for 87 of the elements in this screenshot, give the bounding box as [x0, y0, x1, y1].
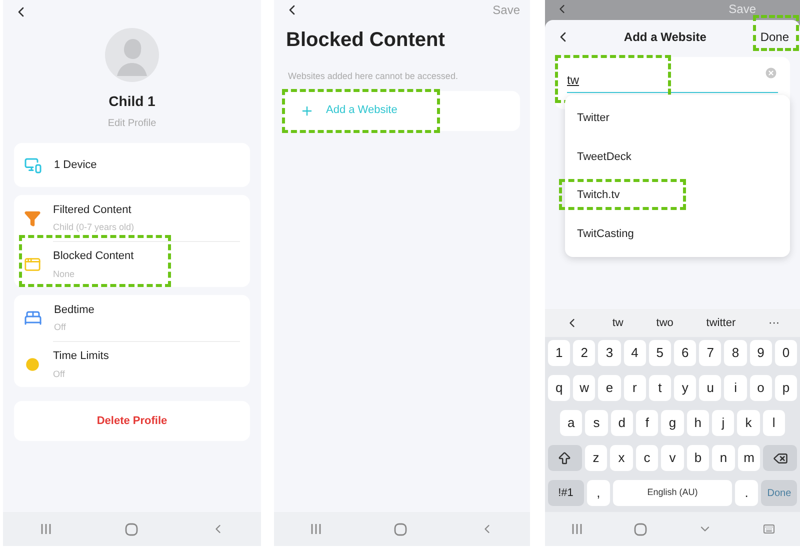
row-title: Bedtime	[54, 302, 96, 318]
settings-row[interactable]: Bedtime Off	[14, 295, 250, 341]
keyboard-key[interactable]: .	[734, 480, 758, 506]
backspace-icon	[772, 450, 788, 466]
keyboard-key[interactable]: o	[750, 375, 772, 401]
hint-text: Websites added here cannot be accessed.	[287, 70, 459, 83]
keyboard-key[interactable]: 5	[648, 340, 672, 366]
suggestion-item[interactable]: Twitch.tv	[577, 187, 620, 204]
keyboard-key[interactable]: g	[661, 410, 684, 436]
keyboard-icon[interactable]	[762, 523, 774, 535]
keyboard-key[interactable]: d	[610, 410, 633, 436]
row-title: Blocked Content	[53, 249, 135, 264]
row-subtitle: Child (0-7 years old)	[53, 221, 136, 234]
profile-name: Child 1	[108, 92, 156, 111]
row-subtitle: None	[53, 268, 76, 280]
keyboard-key[interactable]: 6	[674, 340, 696, 366]
browser-window-icon	[24, 256, 41, 272]
keyboard-key[interactable]: y	[674, 375, 696, 401]
keyboard-key[interactable]: u	[699, 375, 722, 401]
shift-key[interactable]	[548, 445, 582, 471]
keyboard-key[interactable]: t	[648, 375, 672, 401]
recent-apps-icon[interactable]	[40, 523, 52, 535]
devices-icon	[24, 156, 42, 174]
home-icon[interactable]	[124, 522, 138, 536]
suggestion-item[interactable]: TweetDeck	[577, 148, 632, 165]
keyboard-key[interactable]: p	[774, 375, 798, 401]
keyboard-key[interactable]: i	[724, 375, 747, 401]
word-prediction[interactable]: twitter	[706, 314, 736, 332]
keyboard-key[interactable]: s	[585, 410, 608, 436]
keyboard-key[interactable]: w	[573, 375, 596, 401]
bed-icon	[24, 309, 42, 327]
keyboard-key[interactable]: 7	[699, 340, 722, 366]
keyboard-key[interactable]: 2	[573, 340, 596, 366]
keyboard-key[interactable]: j	[712, 410, 734, 436]
keyboard-key[interactable]: 4	[624, 340, 646, 366]
word-prediction[interactable]: tw	[612, 314, 624, 332]
page-title: Blocked Content	[285, 28, 446, 53]
keyboard-key[interactable]: 1	[548, 340, 570, 366]
delete-profile-button[interactable]: Delete Profile	[14, 401, 250, 441]
keyboard-key[interactable]: k	[737, 410, 760, 436]
suggestion-item[interactable]: Twitter	[577, 110, 610, 126]
home-icon[interactable]	[634, 522, 646, 536]
keyboard-key[interactable]: m	[738, 445, 760, 471]
keyboard-key[interactable]: ,	[586, 480, 610, 506]
plus-icon	[300, 104, 314, 118]
row-subtitle: Off	[53, 368, 66, 380]
keyboard-key[interactable]: q	[548, 375, 570, 401]
settings-row[interactable]: Time Limits Off	[14, 341, 250, 387]
more-options-button[interactable]: ···	[768, 314, 780, 332]
keyboard-key[interactable]: 9	[750, 340, 772, 366]
keyboard-key[interactable]: r	[624, 375, 646, 401]
row-title: Time Limits	[53, 349, 110, 364]
home-icon[interactable]	[394, 522, 408, 536]
keyboard-key[interactable]: f	[636, 410, 658, 436]
keyboard-key[interactable]: e	[598, 375, 621, 401]
avatar-icon	[105, 28, 159, 82]
suggestion-item[interactable]: TwitCasting	[577, 226, 634, 242]
settings-row[interactable]: Blocked Content None	[14, 241, 250, 287]
keyboard-key[interactable]: 3	[598, 340, 621, 366]
clear-icon[interactable]	[764, 66, 778, 80]
settings-row[interactable]: 1 Device	[14, 143, 250, 187]
row-title: 1 Device	[54, 158, 98, 173]
keyboard-key[interactable]: c	[636, 445, 658, 471]
keyboard-key[interactable]: 8	[724, 340, 747, 366]
keyboard-key[interactable]: h	[686, 410, 709, 436]
filter-icon	[24, 210, 41, 226]
keyboard-key[interactable]: x	[610, 445, 633, 471]
keyboard-key[interactable]: 0	[774, 340, 798, 366]
sheet-title: Add a Website	[622, 29, 708, 46]
done-button[interactable]: Done	[759, 28, 790, 46]
space-key[interactable]: English (AU)	[613, 480, 732, 506]
settings-row[interactable]: Filtered Content Child (0-7 years old)	[14, 195, 250, 241]
keyboard-key[interactable]: v	[661, 445, 684, 471]
keyboard-key[interactable]: a	[560, 410, 582, 436]
word-prediction[interactable]: two	[656, 314, 674, 332]
row-subtitle: Off	[54, 321, 67, 334]
symbols-key[interactable]: !#1	[548, 480, 584, 506]
keyboard-key[interactable]: b	[686, 445, 710, 471]
recent-apps-icon[interactable]	[570, 523, 582, 535]
backspace-key[interactable]	[763, 445, 797, 471]
shift-arrow-icon	[557, 450, 572, 466]
keyboard-key[interactable]: z	[584, 445, 608, 471]
save-label: Save	[728, 1, 756, 18]
keyboard-key[interactable]: n	[712, 445, 735, 471]
keyboard-key[interactable]: l	[762, 410, 785, 436]
recent-apps-icon[interactable]	[310, 523, 322, 535]
row-title: Filtered Content	[53, 202, 132, 218]
